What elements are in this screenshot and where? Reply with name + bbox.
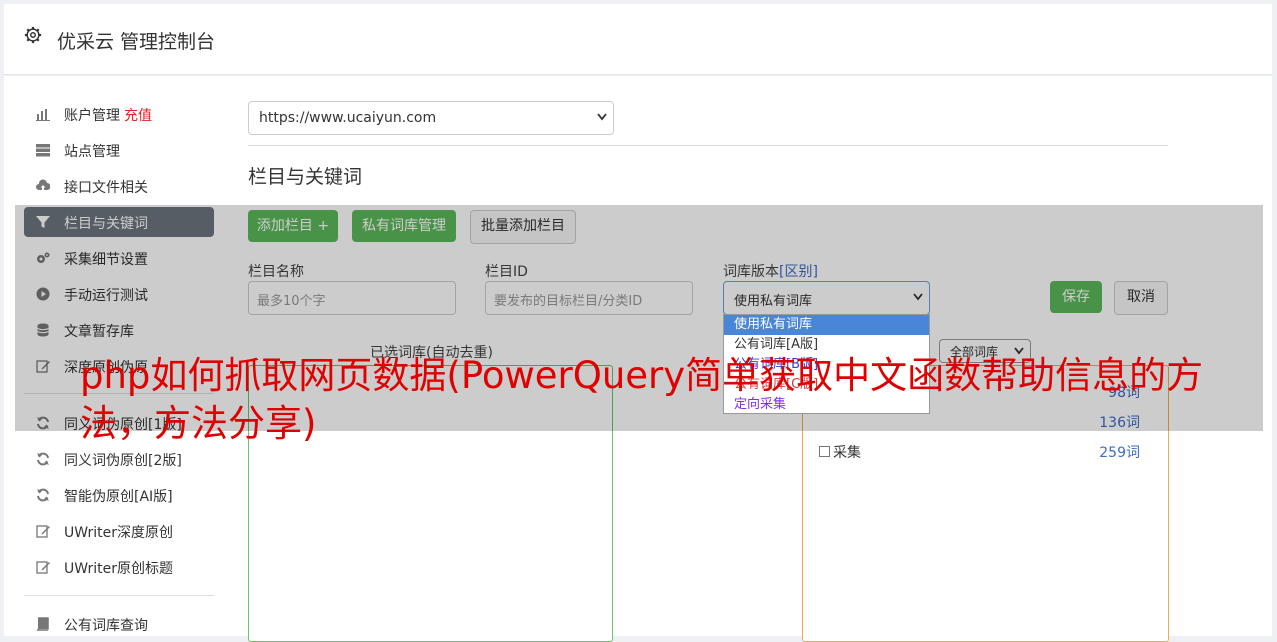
lib-count: 259词	[1099, 445, 1140, 461]
dropdown-option[interactable]: 公有词库[B版]	[724, 355, 929, 375]
sidebar-item-public-lib[interactable]: 公有词库查询	[24, 609, 214, 639]
top-bar: 优采云 管理控制台	[4, 4, 1272, 75]
sidebar-item-label: 公有词库查询	[64, 618, 148, 634]
sidebar-item-ai-rewrite[interactable]: 智能伪原创[AI版]	[24, 480, 214, 510]
dropdown-option[interactable]: 公有词库[A版]	[724, 335, 929, 355]
book-icon	[37, 617, 49, 631]
sidebar-item-account[interactable]: 账户管理 充值	[24, 99, 214, 129]
sidebar-divider	[24, 595, 214, 596]
sidebar-item-uwriter-deep[interactable]: UWriter深度原创	[24, 516, 214, 546]
sidebar-item-label: 站点管理	[64, 144, 120, 160]
sidebar-item-label: 同义词伪原创[2版]	[64, 453, 182, 469]
modal-backdrop	[15, 205, 1263, 431]
checkbox[interactable]	[819, 446, 830, 457]
dropdown-option[interactable]: 公有词库[C版]	[724, 375, 929, 395]
sidebar-item-synonym-v2[interactable]: 同义词伪原创[2版]	[24, 444, 214, 474]
site-select[interactable]: https://www.ucaiyun.com	[248, 101, 614, 135]
section-title: 栏目与关键词	[248, 166, 363, 188]
site-select-value: https://www.ucaiyun.com	[259, 110, 437, 126]
sidebar-item-uwriter-title[interactable]: UWriter原创标题	[24, 552, 214, 582]
edit-icon	[36, 561, 50, 574]
dropdown-option[interactable]: 使用私有词库	[724, 315, 929, 335]
refresh-icon	[37, 488, 49, 502]
cloud-upload-icon	[36, 179, 50, 190]
divider	[248, 145, 1168, 146]
dropdown-option[interactable]: 定向采集	[724, 395, 929, 415]
lib-name: 采集	[833, 445, 861, 461]
bar-chart-icon	[36, 109, 50, 121]
sidebar-item-interface[interactable]: 接口文件相关	[24, 171, 214, 201]
lib-item[interactable]: 采集	[819, 442, 861, 462]
edit-icon	[36, 525, 50, 538]
sidebar-item-label: UWriter原创标题	[64, 561, 173, 577]
recharge-link[interactable]: 充值	[124, 108, 152, 124]
sidebar-item-label: 接口文件相关	[64, 180, 148, 196]
gear-icon	[24, 26, 42, 44]
sidebar-item-label: UWriter深度原创	[64, 525, 173, 541]
server-icon	[36, 144, 50, 157]
sidebar-item-label: 账户管理	[64, 108, 120, 124]
lib-version-dropdown[interactable]: 使用私有词库 公有词库[A版] 公有词库[B版] 公有词库[C版] 定向采集	[723, 314, 930, 414]
sidebar-item-sites[interactable]: 站点管理	[24, 135, 214, 165]
page-title: 优采云 管理控制台	[57, 31, 216, 53]
sidebar-item-label: 智能伪原创[AI版]	[64, 489, 173, 505]
chevron-down-icon	[597, 113, 607, 121]
refresh-icon	[37, 452, 49, 466]
